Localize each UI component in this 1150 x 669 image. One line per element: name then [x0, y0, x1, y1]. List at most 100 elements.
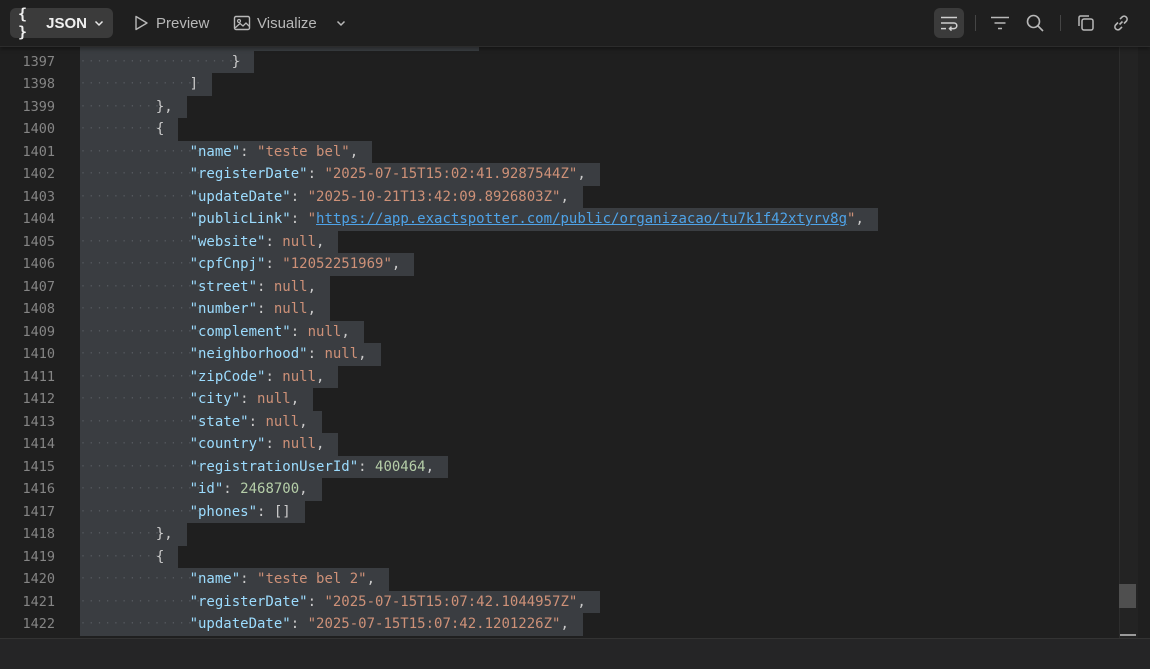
indent-guide: ···············: [80, 415, 204, 427]
indent-guide: ···············: [80, 190, 204, 202]
search-button[interactable]: [1020, 8, 1050, 38]
copy-button[interactable]: [1071, 8, 1101, 38]
code-line: 1404 ··············· "publicLink": "https:…: [0, 208, 1118, 231]
code-line: 1403 ··············· "updateDate": "2025-1…: [0, 185, 1118, 208]
word-wrap-icon: [939, 14, 959, 32]
punctuation: :: [307, 346, 325, 362]
json-null-value: null: [282, 233, 317, 250]
code-line: 1405 ··············· "website": null,: [0, 230, 1118, 254]
code-line: 1421 ··············· "registerDate": "2025…: [0, 590, 1118, 613]
punctuation: :: [265, 368, 283, 385]
punctuation: :: [257, 278, 274, 295]
indent-guide: ···············: [80, 303, 204, 314]
quote: ": [307, 211, 317, 227]
json-bracket: }: [231, 53, 241, 70]
code-line: 1408 ··············· "number": null,: [0, 298, 1118, 321]
preview-button[interactable]: Preview: [128, 8, 213, 38]
json-string-value: "2025-07-15T15:07:42.1201226Z": [307, 616, 561, 632]
line-number: 1400: [22, 121, 55, 137]
visualize-button[interactable]: Visualize: [229, 8, 321, 38]
line-number: 1401: [22, 143, 55, 160]
code-text: "updateDate": "2025-07-15T15:07:42.12012…: [190, 613, 569, 636]
punctuation: :: [240, 571, 258, 587]
punctuation: ,: [560, 188, 569, 205]
json-number-value: 2468700: [240, 481, 300, 497]
code-text: "name": "teste bel",: [190, 141, 359, 164]
indent-guide: ···············: [80, 325, 204, 337]
json-bracket: {: [155, 121, 165, 137]
json-string-value: "2025-07-15T15:02:41.9287544Z": [324, 166, 578, 182]
json-key: "website": [189, 233, 266, 250]
json-editor[interactable]: 1396"phone": "11925904411"1397··········…: [0, 40, 1150, 638]
code-text: "complement": null,: [190, 321, 350, 344]
punctuation: :: [307, 593, 325, 610]
status-bar: [0, 638, 1150, 669]
code-line: 1400 ··········{: [0, 118, 1118, 141]
public-link[interactable]: https://app.exactspotter.com/public/orga…: [316, 211, 847, 227]
more-views-button[interactable]: [331, 8, 351, 38]
punctuation: ,: [577, 593, 586, 610]
json-braces-icon: { }: [18, 5, 27, 41]
code-line: 1418 ··········},: [0, 523, 1118, 546]
json-key: "registrationUserId": [189, 458, 359, 475]
indent-guide: ···············: [80, 258, 204, 269]
indent-guide: ···············: [80, 370, 204, 382]
line-number: 1402: [22, 166, 55, 182]
punctuation: :: [265, 233, 283, 250]
json-bracket: ]: [189, 76, 199, 92]
json-null-value: null: [324, 346, 359, 362]
punctuation: ,: [341, 323, 350, 340]
line-number: 1403: [22, 188, 55, 205]
json-key: "complement": [189, 323, 291, 340]
line-number: 1407: [22, 278, 55, 295]
code-text: "name": "teste bel 2",: [190, 568, 375, 591]
line-number: 1415: [22, 458, 55, 475]
code-text: "phones": []: [190, 501, 291, 524]
code-text: "zipCode": null,: [190, 366, 325, 389]
json-key: "name": [189, 143, 241, 160]
line-number: 1411: [22, 368, 55, 385]
line-number: 1406: [22, 256, 55, 272]
code-text: "cpfCnpj": "12052251969",: [190, 253, 401, 276]
word-wrap-button[interactable]: [934, 8, 964, 38]
indent-guide: ···············: [80, 505, 204, 517]
punctuation: ,: [358, 346, 367, 362]
code-line: 1411 ··············· "zipCode": null,: [0, 365, 1118, 389]
search-icon: [1025, 13, 1045, 33]
code-line: 1399 ··········},: [0, 95, 1118, 118]
image-icon: [233, 14, 251, 32]
json-key: "cpfCnpj": [189, 256, 266, 272]
code-line: 1420 ··············· "name": "teste bel 2"…: [0, 568, 1118, 591]
punctuation: ,: [316, 368, 325, 385]
punctuation: ,: [391, 256, 401, 272]
indent-guide: ···············: [80, 213, 204, 224]
vertical-scrollbar[interactable]: [1119, 46, 1138, 638]
json-key: "country": [189, 436, 266, 452]
visualize-label: Visualize: [257, 14, 317, 32]
format-json-button[interactable]: { } JSON: [10, 5, 113, 41]
punctuation: :: [290, 323, 308, 340]
line-number: 1416: [22, 481, 55, 497]
indent-guide: ···············: [80, 573, 204, 584]
punctuation: :: [290, 211, 308, 227]
indent-guide: ···············: [80, 78, 204, 89]
code-text: ]: [190, 73, 198, 96]
punctuation: ,: [366, 571, 376, 587]
indent-guide: ···············: [80, 393, 204, 404]
json-bracket: {: [155, 548, 165, 565]
indent-guide: ···············: [80, 145, 204, 157]
code-text: "country": null,: [190, 433, 325, 456]
json-null-value: null: [282, 368, 317, 385]
scrollbar-thumb[interactable]: [1119, 584, 1136, 608]
json-null-value: null: [282, 436, 317, 452]
filter-button[interactable]: [985, 8, 1015, 38]
json-string-value: "teste bel 2": [257, 571, 367, 587]
indent-guide: ··········: [80, 123, 163, 134]
code-text: "website": null,: [190, 231, 325, 254]
code-line: 1422 ··············· "updateDate": "2025-0…: [0, 613, 1118, 636]
line-number: 1405: [22, 233, 55, 250]
share-link-button[interactable]: [1106, 8, 1136, 38]
json-array-value: []: [273, 503, 291, 520]
line-number: 1413: [22, 413, 55, 430]
code-text: }: [232, 51, 240, 74]
